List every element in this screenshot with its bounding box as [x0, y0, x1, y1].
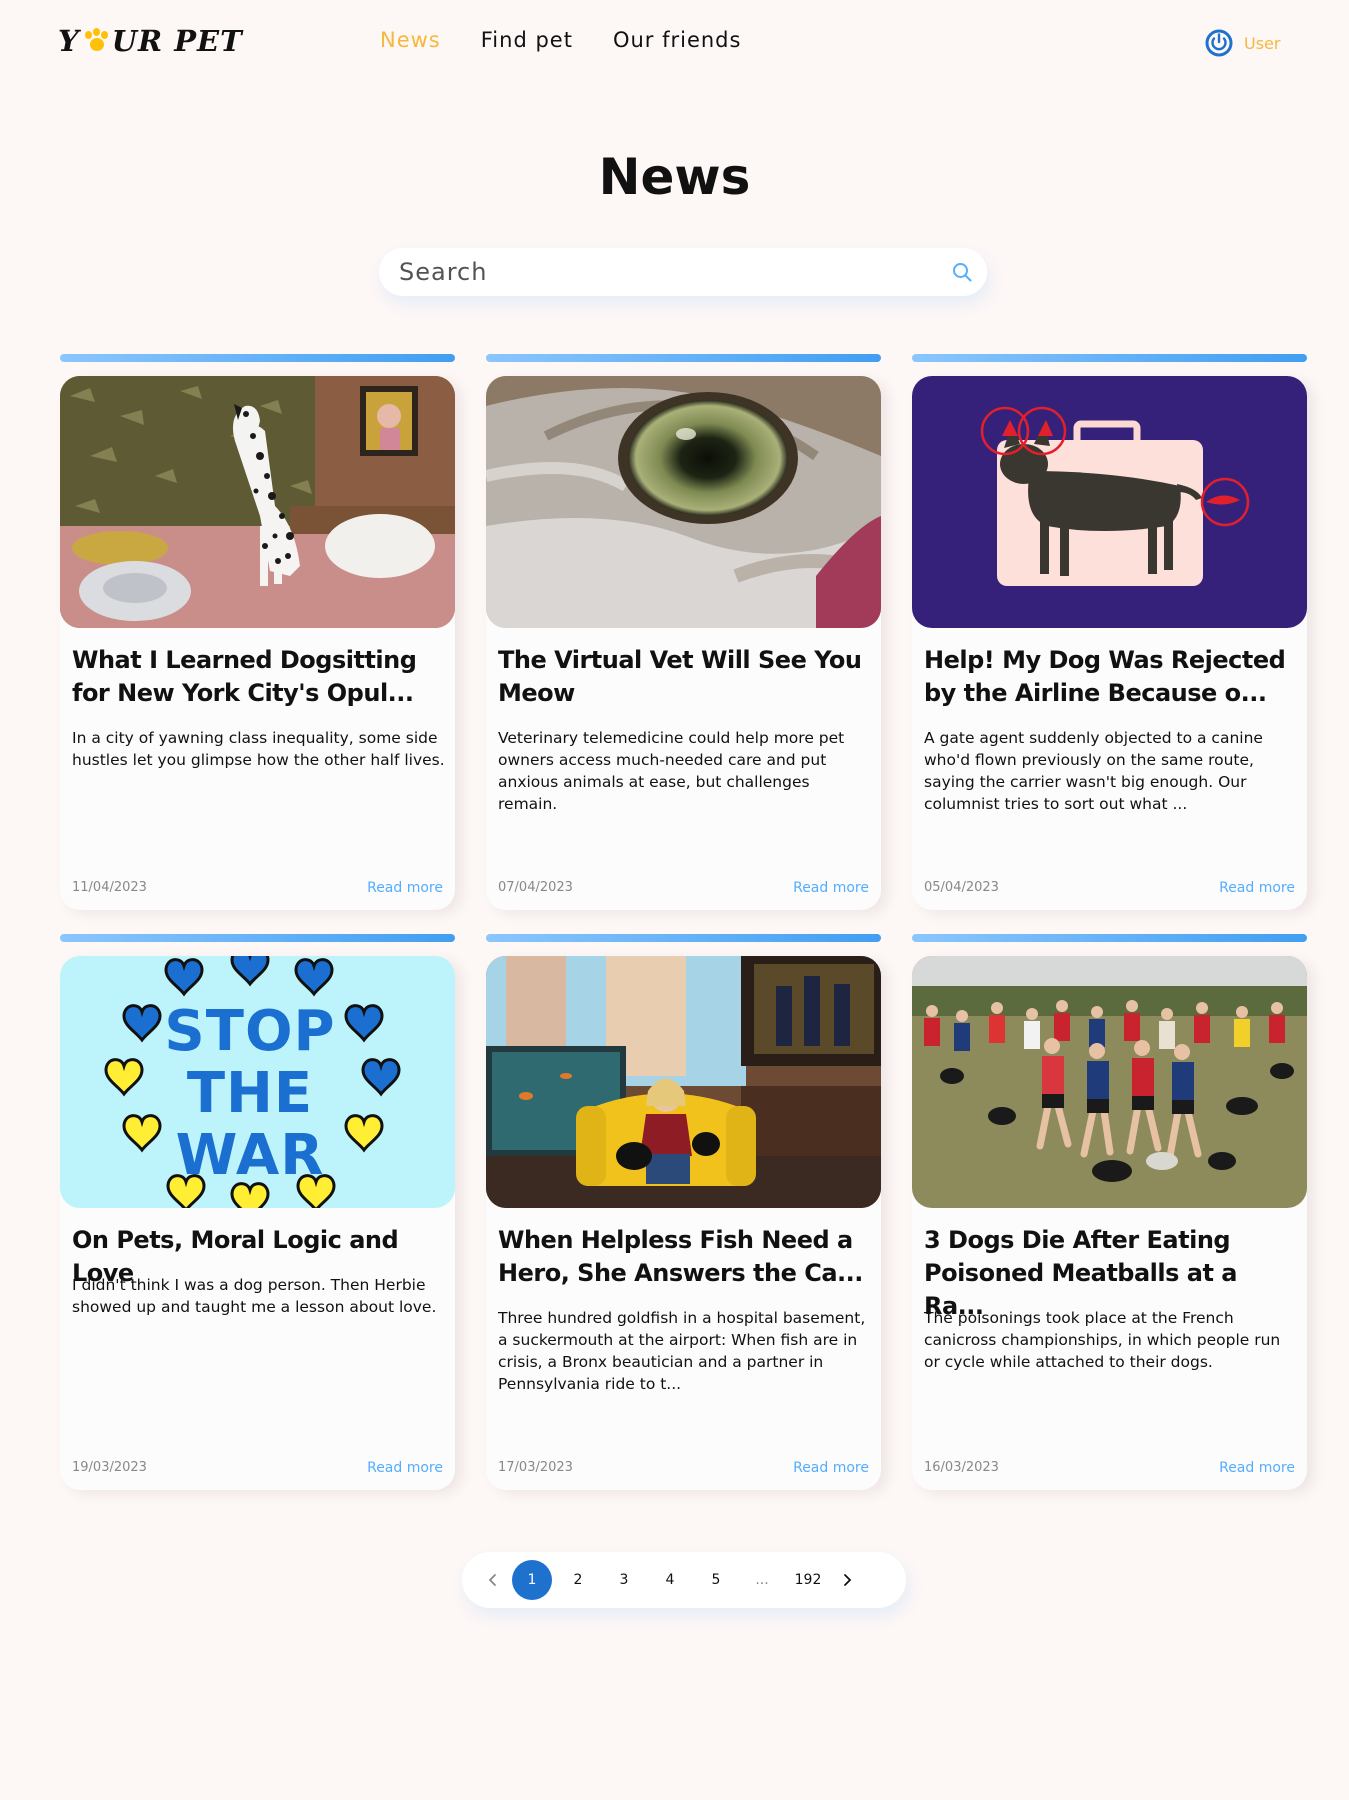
- card-date: 17/03/2023: [498, 1460, 573, 1475]
- page-button[interactable]: 4: [650, 1560, 690, 1600]
- card-date: 19/03/2023: [72, 1460, 147, 1475]
- card-date: 16/03/2023: [924, 1460, 999, 1475]
- card-text: In a city of yawning class inequality, s…: [72, 729, 445, 769]
- read-more-link[interactable]: Read more: [367, 880, 443, 896]
- main-nav: News Find pet Our friends: [380, 28, 741, 52]
- card-date: 07/04/2023: [498, 880, 573, 895]
- chevron-left-icon: [488, 1574, 496, 1586]
- card-accent-bar: [486, 354, 881, 362]
- read-more-link[interactable]: Read more: [1219, 880, 1295, 896]
- read-more-link[interactable]: Read more: [367, 1460, 443, 1476]
- nav-find-pet[interactable]: Find pet: [481, 28, 573, 52]
- header: Y UR PET News Find pet Our friends User: [0, 0, 1349, 84]
- paw-icon: [81, 28, 111, 54]
- card-accent-bar: [912, 354, 1307, 362]
- card-text: The poisonings took place at the French …: [924, 1309, 1281, 1371]
- card-image-stop-the-war: STOP THE WAR: [60, 956, 455, 1208]
- user-link[interactable]: User: [1204, 28, 1280, 58]
- user-label: User: [1244, 33, 1281, 53]
- news-card: 3 Dogs Die After Eating Poisoned Meatbal…: [912, 934, 1307, 1490]
- nav-our-friends[interactable]: Our friends: [613, 28, 742, 52]
- page-button[interactable]: 2: [558, 1560, 598, 1600]
- logo-text-left: Y: [58, 24, 80, 58]
- card-text: I didn't think I was a dog person. Then …: [72, 1276, 437, 1316]
- poster-word-the: THE: [187, 1061, 313, 1126]
- page-button-last[interactable]: 192: [788, 1560, 828, 1600]
- card-date: 11/04/2023: [72, 880, 147, 895]
- page-ellipsis: ...: [755, 1572, 769, 1588]
- poster-word-war: WAR: [176, 1123, 325, 1188]
- card-title: What I Learned Dogsitting for New York C…: [72, 646, 417, 707]
- search-icon[interactable]: [951, 261, 973, 283]
- card-accent-bar: [912, 934, 1307, 942]
- card-accent-bar: [486, 934, 881, 942]
- logo-text-right: UR PET: [111, 24, 243, 58]
- pagination: 1 2 3 4 5 ... 192: [462, 1552, 906, 1608]
- prev-page-button[interactable]: [480, 1560, 506, 1600]
- poster-word-stop: STOP: [164, 999, 335, 1064]
- card-accent-bar: [60, 354, 455, 362]
- page-title: News: [598, 148, 751, 206]
- news-card: STOP THE WAR On Pets, Moral Logic and Lo…: [60, 934, 455, 1490]
- card-title: The Virtual Vet Will See You Meow: [498, 646, 862, 707]
- read-more-link[interactable]: Read more: [793, 1460, 869, 1476]
- card-image-fish-rescuer: [486, 956, 881, 1208]
- card-image-dalmatian: [60, 376, 455, 628]
- search-box: [379, 248, 987, 296]
- chevron-right-icon: [844, 1574, 852, 1586]
- search-input[interactable]: [379, 258, 919, 286]
- user-power-icon: [1205, 29, 1233, 57]
- card-text: Veterinary telemedicine could help more …: [498, 729, 845, 813]
- card-image-canicross-runners: [912, 956, 1307, 1208]
- page-button[interactable]: 5: [696, 1560, 736, 1600]
- read-more-link[interactable]: Read more: [793, 880, 869, 896]
- card-text: Three hundred goldfish in a hospital bas…: [498, 1309, 866, 1393]
- read-more-link[interactable]: Read more: [1219, 1460, 1295, 1476]
- card-image-dog-airline: [912, 376, 1307, 628]
- card-title: Help! My Dog Was Rejected by the Airline…: [924, 646, 1286, 707]
- news-card: When Helpless Fish Need a Hero, She Answ…: [486, 934, 881, 1490]
- card-title: When Helpless Fish Need a Hero, She Answ…: [498, 1226, 863, 1287]
- news-card: Help! My Dog Was Rejected by the Airline…: [912, 354, 1307, 910]
- nav-news[interactable]: News: [380, 28, 441, 52]
- card-date: 05/04/2023: [924, 880, 999, 895]
- card-text: A gate agent suddenly objected to a cani…: [924, 729, 1263, 813]
- logo[interactable]: Y UR PET: [58, 24, 243, 58]
- next-page-button[interactable]: [834, 1560, 860, 1600]
- page-button-current[interactable]: 1: [512, 1560, 552, 1600]
- news-card: What I Learned Dogsitting for New York C…: [60, 354, 455, 910]
- card-accent-bar: [60, 934, 455, 942]
- card-image-cat-eye: [486, 376, 881, 628]
- news-card: The Virtual Vet Will See You Meow Veteri…: [486, 354, 881, 910]
- news-grid: What I Learned Dogsitting for New York C…: [60, 354, 1308, 1490]
- page-button[interactable]: 3: [604, 1560, 644, 1600]
